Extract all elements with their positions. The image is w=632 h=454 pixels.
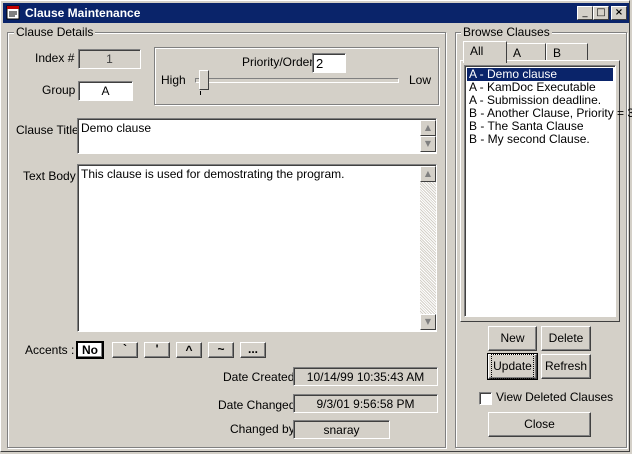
group-label: Group	[42, 83, 76, 97]
update-button[interactable]: Update	[487, 353, 538, 380]
clause-title-input[interactable]: Demo clause	[77, 118, 437, 154]
changed-by-field: snaray	[293, 420, 390, 439]
close-window-button[interactable]: ×	[611, 6, 627, 20]
changed-by-label: Changed by	[230, 422, 295, 436]
accent-circumflex-label: ^	[185, 343, 193, 357]
close-button-label: Close	[524, 417, 555, 431]
delete-button-label: Delete	[548, 331, 584, 345]
accent-tilde-label: ~	[217, 342, 225, 356]
accent-tilde-button[interactable]: ~	[208, 342, 234, 358]
tab-b-label: B	[553, 46, 562, 60]
text-body-text: This clause is used for demostrating the…	[81, 167, 345, 181]
clause-list[interactable]: A - Demo clause A - KamDoc Executable A …	[464, 65, 632, 317]
new-button[interactable]: New	[488, 326, 537, 351]
scroll-up-icon[interactable]: ▲	[420, 120, 436, 136]
text-body-input[interactable]: This clause is used for demostrating the…	[77, 164, 437, 332]
slider-high-label: High	[161, 73, 186, 87]
accent-more-button[interactable]: ...	[240, 342, 266, 358]
date-created-field: 10/14/99 10:35:43 AM	[293, 367, 438, 386]
priority-slider-thumb[interactable]	[198, 70, 209, 90]
list-item[interactable]: B - My second Clause.	[467, 133, 613, 146]
date-changed-field: 9/3/01 9:56:58 PM	[293, 394, 438, 413]
close-icon: ×	[614, 7, 624, 18]
view-deleted-checkbox[interactable]	[479, 392, 492, 405]
refresh-button[interactable]: Refresh	[541, 354, 591, 379]
clause-title-label: Clause Title	[16, 123, 79, 137]
scroll-down-icon[interactable]: ▼	[420, 314, 436, 330]
close-button[interactable]: Close	[488, 412, 591, 437]
accent-none-label: No	[82, 343, 98, 357]
new-button-label: New	[500, 331, 525, 345]
accent-grave-label: `	[123, 342, 127, 356]
accent-circumflex-button[interactable]: ^	[176, 342, 202, 358]
text-body-scrollbar[interactable]: ▲ ▼	[420, 166, 436, 330]
window-title: Clause Maintenance	[25, 6, 141, 20]
accents-label: Accents :	[25, 343, 75, 357]
tab-b[interactable]: B	[546, 43, 588, 61]
slider-low-label: Low	[409, 73, 432, 87]
priority-label: Priority/Order :	[242, 55, 321, 69]
minimize-icon: _	[582, 7, 588, 18]
update-button-label: Update	[491, 354, 534, 379]
accent-none-button[interactable]: No	[76, 341, 104, 359]
app-icon	[6, 5, 20, 20]
maximize-icon: □	[596, 7, 606, 18]
date-created-label: Date Created	[223, 370, 295, 384]
clause-title-scrollbar[interactable]: ▲ ▼	[420, 120, 436, 152]
text-body-label: Text Body	[23, 169, 76, 183]
accent-grave-button[interactable]: `	[112, 342, 138, 358]
tab-a[interactable]: A	[506, 43, 546, 61]
scroll-down-icon[interactable]: ▼	[420, 136, 436, 152]
tab-all-label: All	[470, 44, 484, 58]
group-field[interactable]: A	[78, 81, 133, 101]
clause-details-label: Clause Details	[14, 25, 96, 39]
minimize-button[interactable]: _	[577, 6, 593, 20]
delete-button[interactable]: Delete	[541, 326, 591, 351]
title-bar[interactable]: Clause Maintenance _ □ ×	[3, 3, 629, 23]
accent-more-label: ...	[247, 342, 258, 356]
slider-tick	[200, 91, 201, 95]
priority-input[interactable]: 2	[312, 53, 346, 73]
tab-a-label: A	[513, 46, 522, 60]
maximize-button[interactable]: □	[593, 6, 609, 20]
accent-acute-button[interactable]: '	[144, 342, 170, 358]
accent-acute-label: '	[155, 342, 159, 356]
view-deleted-label: View Deleted Clauses	[496, 390, 614, 404]
scroll-up-icon[interactable]: ▲	[420, 166, 436, 182]
clause-title-text: Demo clause	[81, 121, 152, 135]
date-changed-label: Date Changed	[218, 398, 296, 412]
priority-slider-track[interactable]	[195, 78, 399, 83]
clause-maintenance-window: Clause Maintenance _ □ × Clause Details …	[0, 0, 632, 452]
index-field: 1	[78, 49, 141, 69]
browse-clauses-label: Browse Clauses	[461, 25, 552, 39]
tab-all[interactable]: All	[463, 41, 507, 63]
index-label: Index #	[35, 51, 75, 65]
refresh-button-label: Refresh	[544, 359, 588, 373]
